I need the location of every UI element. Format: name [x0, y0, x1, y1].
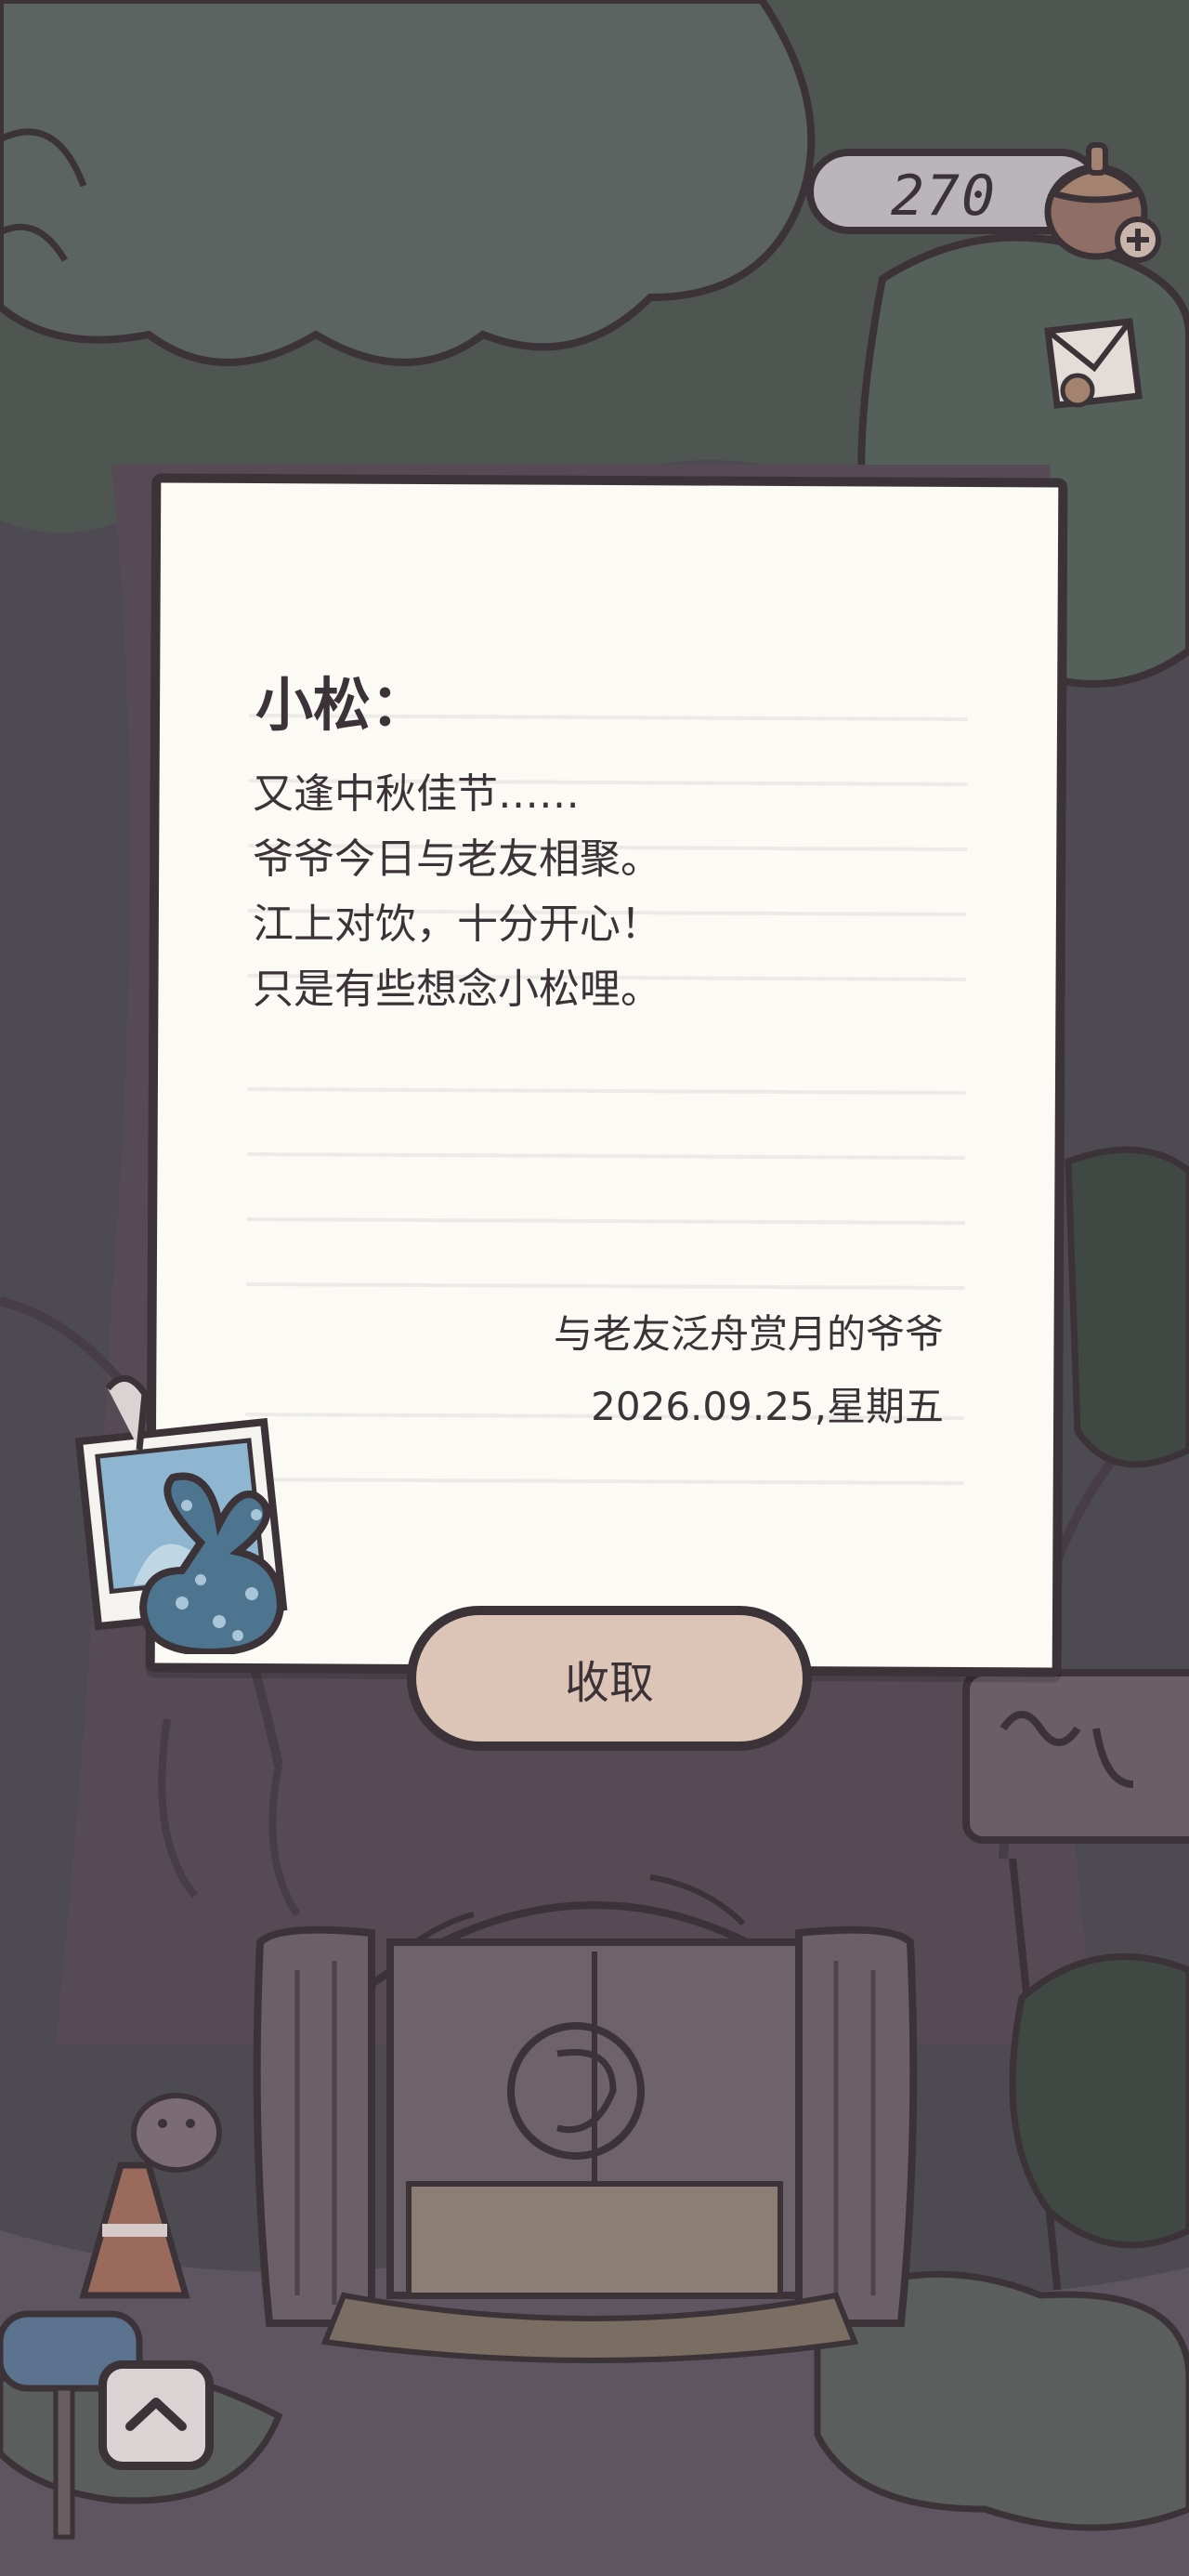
letter-line: 只是有些想念小松哩。 — [253, 966, 661, 1013]
letter-signature: 与老友泛舟赏月的爷爷 — [553, 1311, 944, 1357]
collect-button[interactable]: 收取 — [407, 1606, 812, 1751]
acorn-plus-icon[interactable] — [1031, 128, 1170, 268]
letter-line: 又逢中秋佳节…… — [253, 770, 580, 818]
letter-line: 江上对饮，十分开心！ — [253, 900, 661, 948]
letter-icon[interactable] — [1020, 294, 1159, 433]
chevron-up-icon — [125, 2398, 187, 2431]
letter-salutation: 小松： — [255, 671, 429, 739]
bundle-photo-icon — [74, 1375, 288, 1654]
scroll-up-button[interactable] — [98, 2360, 214, 2470]
acorn-count: 270 — [890, 164, 998, 229]
letter-line: 爷爷今日与老友相聚。 — [253, 835, 661, 883]
letter-date: 2026.09.25,星期五 — [591, 1384, 944, 1429]
